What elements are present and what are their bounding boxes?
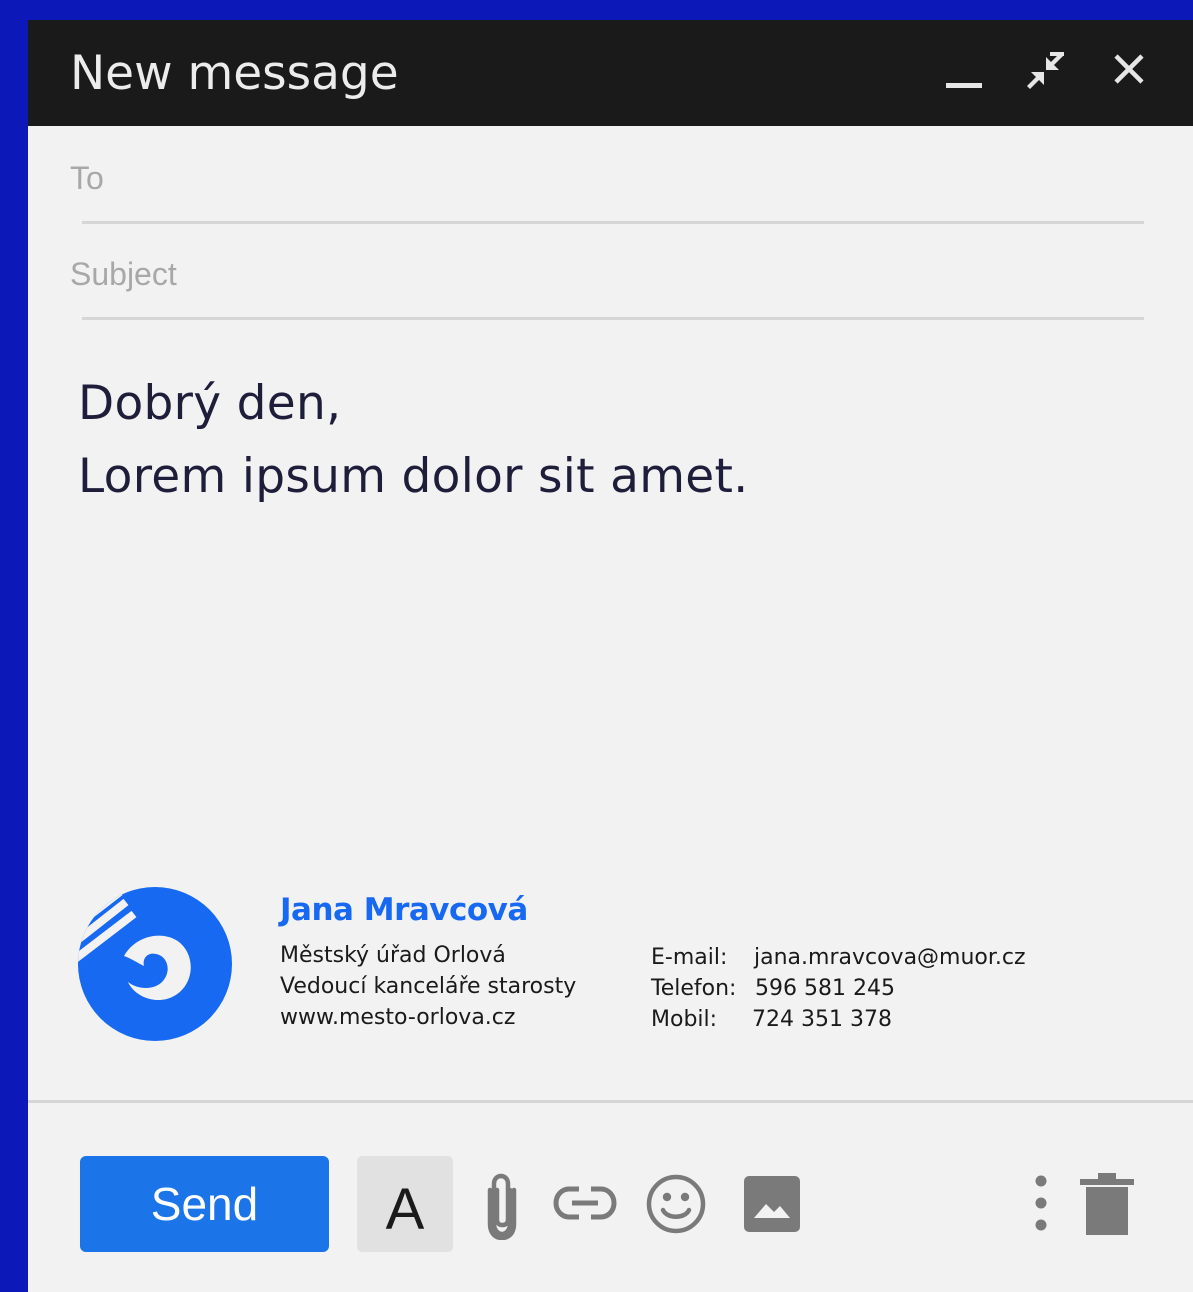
signature-line: Vedoucí kanceláře starosty [280,974,577,999]
photo-icon[interactable] [742,1174,802,1234]
formatting-button[interactable]: A [357,1156,453,1252]
phone-value: 596 581 245 [755,976,895,1001]
trash-icon[interactable] [1080,1173,1134,1235]
email-label: E-mail: [651,945,728,970]
compose-titlebar: New message [28,20,1193,126]
subject-divider [82,317,1144,320]
phone-label: Telefon: [651,976,737,1001]
orlova-logo [76,886,234,1042]
link-icon[interactable] [552,1183,618,1223]
signature-website[interactable]: www.mesto-orlova.cz [280,1002,576,1033]
minimize-icon[interactable] [940,60,988,100]
emoji-icon[interactable] [645,1173,707,1235]
toolbar-divider [28,1100,1193,1103]
signature-details: Městský úřad Orlová Vedoucí kanceláře st… [280,940,576,1033]
compose-window: New message Dobrý den, [28,20,1193,1292]
more-options-icon[interactable] [1028,1172,1054,1234]
email-value[interactable]: jana.mravcova@muor.cz [754,942,1026,973]
to-divider [82,221,1144,224]
body-line: Lorem ipsum dolor sit amet. [78,449,749,504]
signature-name: Jana Mravcová [280,892,528,928]
to-field[interactable] [70,154,1144,202]
mobile-value: 724 351 378 [752,1007,892,1032]
close-icon[interactable] [1108,48,1150,90]
body-line: Dobrý den, [78,376,342,431]
message-body[interactable]: Dobrý den, Lorem ipsum dolor sit amet. [78,367,748,513]
mobile-label: Mobil: [651,1007,718,1032]
subject-field[interactable] [70,250,1144,298]
send-button[interactable]: Send [80,1156,329,1252]
signature-line: Městský úřad Orlová [280,943,506,968]
window-title: New message [70,46,399,101]
to-input[interactable] [70,154,1144,202]
attach-icon[interactable] [480,1172,526,1241]
exit-fullscreen-icon[interactable] [1022,48,1068,94]
subject-input[interactable] [70,250,1144,298]
